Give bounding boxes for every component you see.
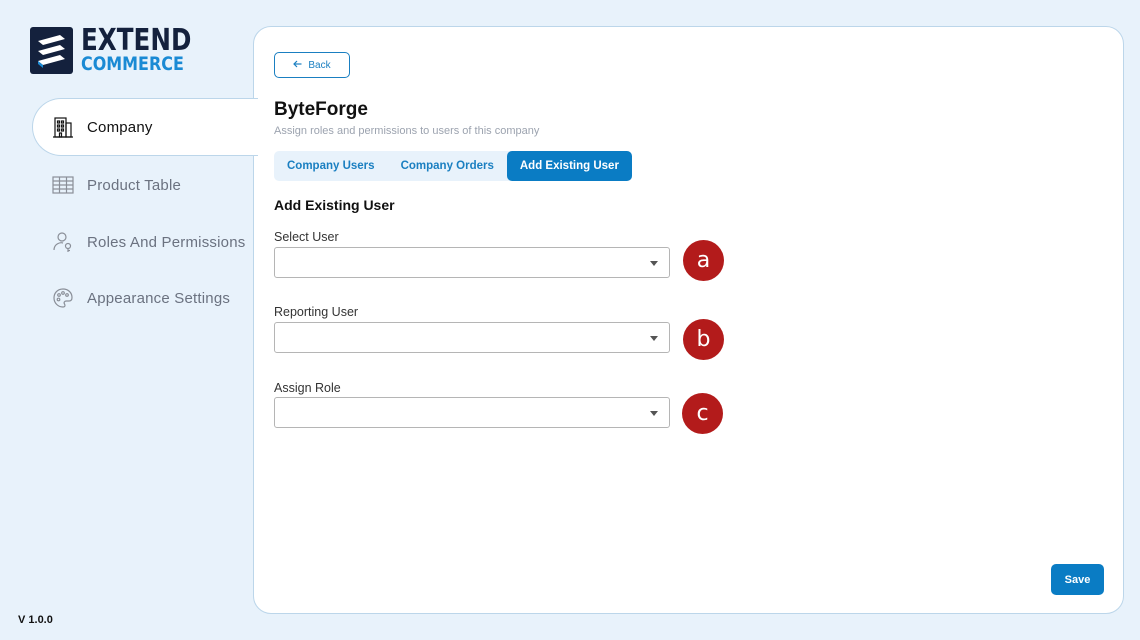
- main-panel: Back ByteForge Assign roles and permissi…: [253, 26, 1124, 614]
- select-user-label: Select User: [274, 230, 339, 244]
- assign-role-dropdown[interactable]: [274, 397, 670, 428]
- sidebar-item-label: Appearance Settings: [87, 289, 231, 307]
- caret-down-icon: [650, 336, 658, 341]
- annotation-marker-c: c: [682, 393, 723, 434]
- table-icon: [51, 173, 75, 197]
- tab-bar: Company Users Company Orders Add Existin…: [274, 151, 632, 181]
- brand-logo: EXTEND COMMERCE: [30, 26, 216, 74]
- palette-icon: [51, 286, 75, 310]
- sidebar-item-roles-and-permissions[interactable]: Roles And Permissions: [33, 213, 258, 271]
- reporting-user-dropdown[interactable]: [274, 322, 670, 353]
- tab-add-existing-user[interactable]: Add Existing User: [506, 151, 632, 181]
- logo-mark-icon: [30, 26, 73, 74]
- tab-company-orders[interactable]: Company Orders: [388, 151, 507, 181]
- annotation-marker-a: a: [683, 240, 724, 281]
- sidebar-item-label: Product Table: [87, 176, 182, 194]
- sidebar-item-product-table[interactable]: Product Table: [33, 156, 258, 214]
- sidebar-item-label: Company: [87, 118, 153, 136]
- caret-down-icon: [650, 411, 658, 416]
- page-subtitle: Assign roles and permissions to users of…: [274, 125, 540, 137]
- assign-role-label: Assign Role: [274, 381, 341, 395]
- arrow-left-icon: [293, 60, 302, 71]
- tab-company-users[interactable]: Company Users: [274, 151, 388, 181]
- annotation-marker-b: b: [683, 319, 724, 360]
- brand-name-line1: EXTEND: [81, 23, 192, 58]
- section-title: Add Existing User: [274, 197, 395, 213]
- caret-down-icon: [650, 261, 658, 266]
- save-button[interactable]: Save: [1051, 564, 1104, 595]
- brand-name-line2: COMMERCE: [81, 53, 184, 75]
- page-title: ByteForge: [274, 99, 368, 120]
- back-button[interactable]: Back: [274, 52, 350, 78]
- reporting-user-label: Reporting User: [274, 305, 359, 319]
- sidebar-item-appearance-settings[interactable]: Appearance Settings: [33, 269, 258, 327]
- user-key-icon: [51, 230, 75, 254]
- sidebar-item-label: Roles And Permissions: [87, 233, 246, 251]
- select-user-dropdown[interactable]: [274, 247, 670, 278]
- back-button-label: Back: [308, 59, 331, 71]
- building-icon: [51, 115, 75, 139]
- sidebar-item-company[interactable]: Company: [32, 98, 258, 156]
- version-label: V 1.0.0: [18, 614, 53, 626]
